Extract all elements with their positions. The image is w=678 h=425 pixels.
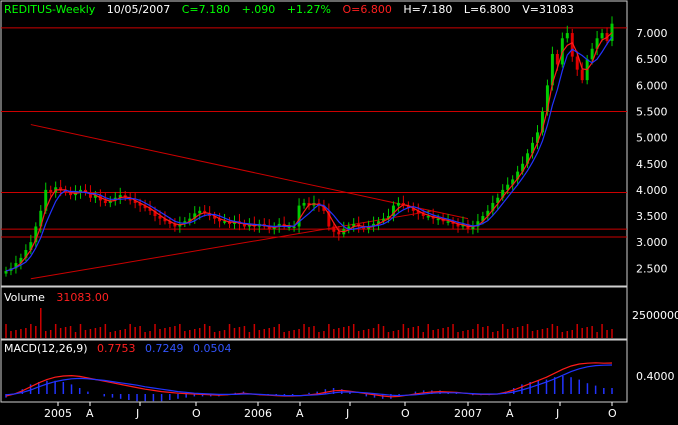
candle-body <box>103 200 107 203</box>
x-axis-tick-label: O <box>192 407 201 420</box>
macd-axis-tick: 0.4000 <box>636 370 675 383</box>
open-label: O=6.800 <box>342 3 391 16</box>
x-axis-tick-label: A <box>86 407 94 420</box>
price-axis-tick: 6.000 <box>636 79 668 92</box>
macd-label: MACD(12,26,9) <box>4 342 88 355</box>
price-axis-tick: 3.000 <box>636 236 668 249</box>
price-axis-tick: 6.500 <box>636 53 668 66</box>
symbol-label: REDITUS-Weekly <box>4 3 96 16</box>
signal-value: 0.7249 <box>145 342 184 355</box>
candle-body <box>600 33 604 39</box>
candle-body <box>4 270 8 274</box>
candle-body <box>446 221 450 223</box>
x-axis-tick-label: O <box>401 407 410 420</box>
hist-value: 0.0504 <box>193 342 232 355</box>
price-axis-tick: 7.000 <box>636 27 668 40</box>
candle-body <box>332 226 336 232</box>
price-axis-tick: 5.500 <box>636 105 668 118</box>
volume-header-label: V=31083 <box>522 3 574 16</box>
candle-body <box>198 210 202 214</box>
chart-header: REDITUS-Weekly 10/05/2007 C=7.180 +.090 … <box>4 3 574 16</box>
candle-body <box>49 189 53 193</box>
price-axis-tick: 4.500 <box>636 158 668 171</box>
volume-value: 31083.00 <box>56 291 109 304</box>
x-axis-tick-label: O <box>608 407 617 420</box>
macd-value: 0.7753 <box>97 342 136 355</box>
volume-axis-tick: 2500000 <box>632 309 678 322</box>
close-label: C=7.180 <box>182 3 230 16</box>
volume-title: Volume 31083.00 <box>4 291 109 304</box>
candle-body <box>580 69 584 81</box>
candle-body <box>590 48 594 60</box>
candle-body <box>436 218 440 221</box>
candle-body <box>565 33 569 39</box>
candle-body <box>302 202 306 206</box>
stock-chart: 2.500 3.000 3.500 4.000 4.500 5.000 5.500 6.000… <box>0 0 678 421</box>
change-label: +.090 <box>242 3 276 16</box>
low-label: L=6.800 <box>464 3 511 16</box>
price-axis-tick: 4.000 <box>636 184 668 197</box>
x-axis-tick-label: 2005 <box>44 407 72 420</box>
macd-title: MACD(12,26,9) 0.7753 0.7249 0.0504 <box>4 342 232 355</box>
candle-body <box>396 202 400 206</box>
x-axis-tick-label: A <box>296 407 304 420</box>
candle-body <box>426 216 430 218</box>
volume-label: Volume <box>4 291 45 304</box>
high-label: H=7.180 <box>403 3 452 16</box>
chart-canvas: 2.500 3.000 3.500 4.000 4.500 5.000 5.500 6.000… <box>0 0 678 421</box>
date-label: 10/05/2007 <box>107 3 170 16</box>
candle-body <box>337 231 341 235</box>
x-axis-tick-label: 2007 <box>454 407 482 420</box>
price-axis-tick: 5.000 <box>636 132 668 145</box>
candle-body <box>223 221 227 223</box>
x-axis-tick-label: A <box>506 407 514 420</box>
x-axis-tick-label: J <box>135 407 139 420</box>
price-axis-tick: 3.500 <box>636 210 668 223</box>
x-axis-tick-label: J <box>345 407 349 420</box>
x-axis-tick-label: 2006 <box>244 407 272 420</box>
x-axis-tick-label: J <box>555 407 559 420</box>
price-axis-tick: 2.500 <box>636 262 668 275</box>
change-pct-label: +1.27% <box>287 3 331 16</box>
candle-body <box>575 56 579 70</box>
